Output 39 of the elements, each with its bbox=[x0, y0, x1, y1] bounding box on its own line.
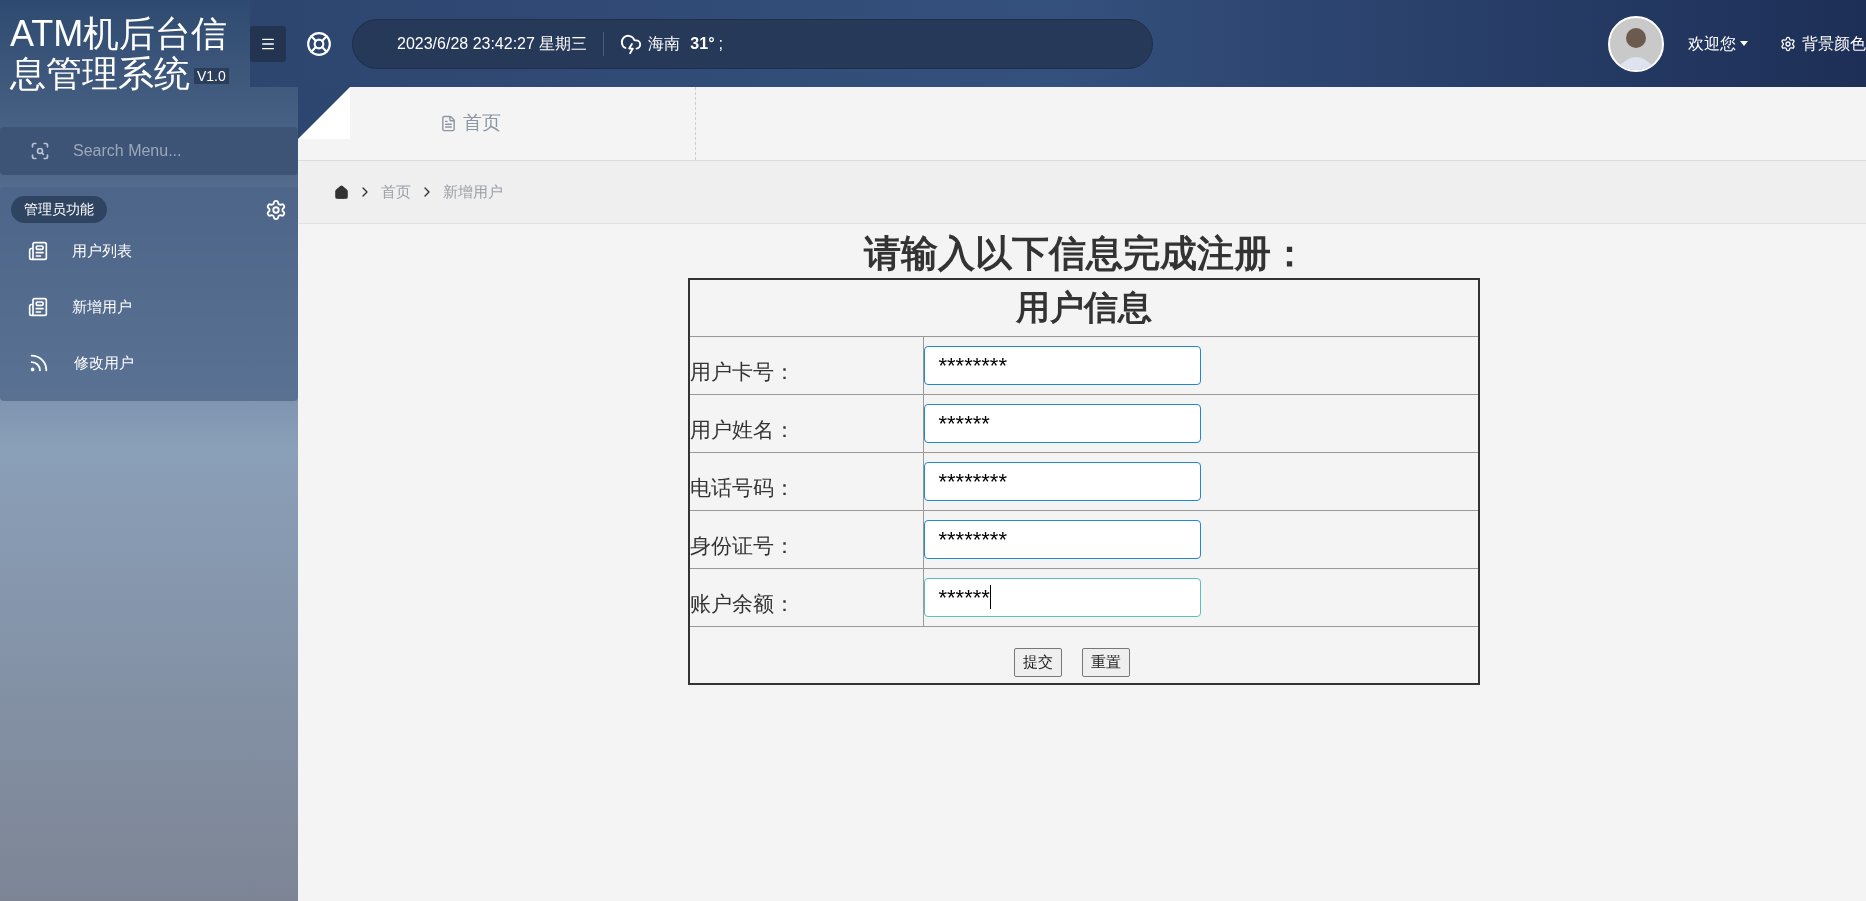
home-icon[interactable] bbox=[334, 184, 349, 200]
form-heading: 请输入以下信息完成注册： bbox=[864, 232, 1308, 276]
menu-button[interactable] bbox=[250, 25, 286, 62]
temperature-suffix: ; bbox=[718, 33, 723, 54]
welcome-dropdown[interactable]: 欢迎您 bbox=[1688, 31, 1748, 56]
input-field[interactable]: ******** bbox=[923, 345, 1201, 385]
version-badge: V1.0 bbox=[194, 68, 229, 85]
city-text: 海南 bbox=[648, 33, 681, 54]
temperature-text: 31° bbox=[690, 33, 715, 54]
gear-icon bbox=[1780, 35, 1796, 52]
sidebar-item[interactable]: 修改用户 bbox=[0, 335, 298, 391]
document-icon bbox=[440, 115, 457, 132]
input-field[interactable]: ****** bbox=[923, 403, 1201, 443]
search-icon bbox=[30, 141, 50, 161]
weather-icon bbox=[620, 32, 643, 55]
table-title: 用户信息 bbox=[1016, 288, 1152, 327]
background-color-button[interactable]: 背景颜色 bbox=[1780, 31, 1866, 56]
input-field[interactable]: ******** bbox=[923, 461, 1201, 501]
app-title: ATM机后台信息管理系统 V1.0 bbox=[10, 14, 230, 94]
section-label: 管理员功能 bbox=[11, 196, 107, 223]
field-label: 身份证号： bbox=[690, 534, 795, 557]
document-icon bbox=[28, 297, 48, 317]
field-label: 账户余额： bbox=[690, 592, 795, 615]
search-field[interactable]: Search Menu... bbox=[0, 127, 298, 175]
lifebuoy-icon[interactable] bbox=[306, 30, 332, 57]
field-label: 用户卡号： bbox=[690, 360, 795, 383]
settings-icon[interactable] bbox=[265, 198, 287, 221]
input-field[interactable]: ****** bbox=[923, 577, 1201, 617]
document-icon bbox=[28, 241, 48, 261]
field-label: 电话号码： bbox=[690, 476, 795, 499]
field-label: 用户姓名： bbox=[690, 418, 795, 441]
form-button[interactable]: 提交 bbox=[1014, 648, 1062, 677]
input-field[interactable]: ******** bbox=[923, 519, 1201, 559]
sidebar-item[interactable]: 新增用户 bbox=[0, 279, 298, 335]
avatar[interactable] bbox=[1608, 15, 1664, 72]
rss-icon bbox=[28, 352, 50, 374]
form-button[interactable]: 重置 bbox=[1082, 648, 1130, 677]
datetime-text: 2023/6/28 23:42:27 星期三 bbox=[397, 33, 588, 54]
sidebar-item[interactable]: 用户列表 bbox=[0, 223, 298, 279]
